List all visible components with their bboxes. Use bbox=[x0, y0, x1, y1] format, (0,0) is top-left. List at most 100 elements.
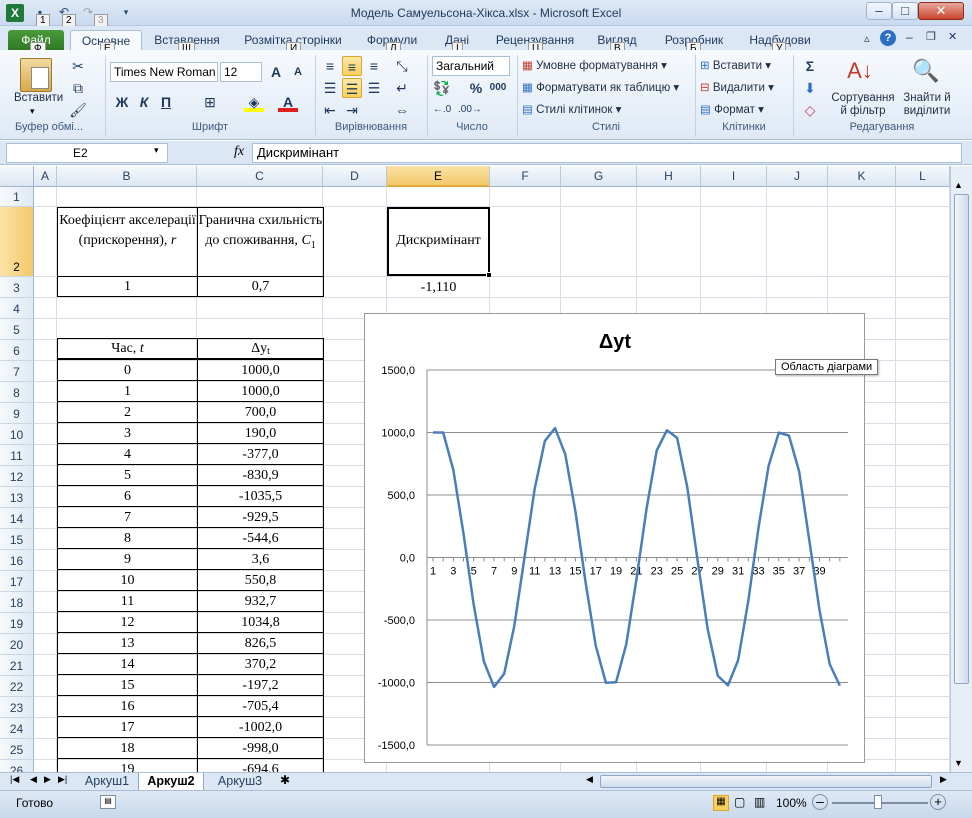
column-header-b[interactable]: B bbox=[57, 166, 197, 187]
font-color-icon[interactable]: A bbox=[278, 92, 298, 112]
table-row-time[interactable]: 1 bbox=[57, 380, 198, 402]
next-sheet-icon[interactable]: ▶ bbox=[44, 774, 51, 785]
align-middle-icon[interactable]: ≡ bbox=[342, 56, 362, 76]
currency-icon[interactable]: 💱 bbox=[432, 78, 452, 98]
table-row-dy[interactable]: -1002,0 bbox=[197, 716, 324, 738]
row-header-26[interactable]: 26 bbox=[0, 760, 34, 772]
fill-icon[interactable]: ⬇ bbox=[800, 78, 820, 98]
minimize-ribbon-icon[interactable]: ▵ bbox=[864, 32, 870, 45]
cell-c3[interactable]: 0,7 bbox=[197, 276, 324, 297]
font-size-combo[interactable]: 12 bbox=[220, 62, 262, 82]
merge-center-icon[interactable]: ⇔ bbox=[392, 100, 412, 120]
hscroll-left-icon[interactable]: ◀ bbox=[586, 774, 593, 785]
table-row-time[interactable]: 6 bbox=[57, 485, 198, 507]
align-left-icon[interactable]: ☰ bbox=[320, 78, 340, 98]
page-break-view-icon[interactable]: ▥ bbox=[754, 795, 765, 809]
sort-filter-button[interactable]: Сортування й фільтр bbox=[830, 92, 896, 118]
row-header-3[interactable]: 3 bbox=[0, 277, 34, 298]
column-header-d[interactable]: D bbox=[323, 166, 387, 187]
table-row-time[interactable]: 5 bbox=[57, 464, 198, 486]
format-painter-icon[interactable]: 🖌 bbox=[68, 100, 88, 120]
italic-button[interactable]: К bbox=[134, 92, 154, 112]
borders-icon[interactable]: ⊞ bbox=[200, 92, 220, 112]
row-header-15[interactable]: 15 bbox=[0, 529, 34, 550]
table-row-time[interactable]: 15 bbox=[57, 674, 198, 696]
normal-view-icon[interactable]: ▦ bbox=[713, 795, 729, 811]
row-header-4[interactable]: 4 bbox=[0, 298, 34, 319]
row-header-10[interactable]: 10 bbox=[0, 424, 34, 445]
align-top-icon[interactable]: ≡ bbox=[320, 56, 340, 76]
table-row-time[interactable]: 18 bbox=[57, 737, 198, 759]
wrap-text-icon[interactable]: ↵ bbox=[392, 78, 412, 98]
sheet-tab-2[interactable]: Аркуш2 bbox=[138, 773, 204, 791]
fx-button[interactable]: fx bbox=[234, 144, 244, 160]
copy-icon[interactable]: ⧉ bbox=[68, 78, 88, 98]
hscroll-right-icon[interactable]: ▶ bbox=[940, 774, 947, 785]
cell-e3[interactable]: -1,110 bbox=[387, 276, 490, 297]
autosum-button[interactable]: Σ bbox=[800, 56, 820, 76]
zoom-slider-thumb[interactable] bbox=[874, 795, 882, 809]
row-header-14[interactable]: 14 bbox=[0, 508, 34, 529]
column-header-k[interactable]: K bbox=[828, 166, 896, 187]
row-header-1[interactable]: 1 bbox=[0, 187, 34, 207]
wb-restore-icon[interactable]: ❐ bbox=[926, 30, 936, 43]
name-box[interactable]: E2 bbox=[6, 143, 168, 163]
conditional-formatting-button[interactable]: ▦ Умовне форматування ▾ bbox=[522, 58, 667, 72]
name-box-dropdown-icon[interactable]: ▾ bbox=[154, 145, 159, 156]
table-row-time[interactable]: 3 bbox=[57, 422, 198, 444]
cell-c2[interactable]: Гранична схильність до споживання, C1 bbox=[197, 207, 324, 277]
vertical-scrollbar[interactable]: ▲ ▼ bbox=[950, 166, 972, 772]
cell-b3[interactable]: 1 bbox=[57, 276, 198, 297]
table-row-time[interactable]: 14 bbox=[57, 653, 198, 675]
zoom-out-icon[interactable]: – bbox=[812, 794, 828, 810]
table-row-dy[interactable]: -998,0 bbox=[197, 737, 324, 759]
table-row-time[interactable]: 12 bbox=[57, 611, 198, 633]
formula-input[interactable]: Дискримінант bbox=[252, 143, 962, 163]
table-row-dy[interactable]: 1000,0 bbox=[197, 380, 324, 402]
horizontal-scrollbar[interactable] bbox=[600, 775, 932, 788]
table-row-dy[interactable]: -694,6 bbox=[197, 758, 324, 772]
grow-font-icon[interactable]: A bbox=[266, 62, 286, 82]
find-select-icon[interactable]: 🔍 bbox=[912, 58, 940, 88]
row-header-20[interactable]: 20 bbox=[0, 634, 34, 655]
column-header-e[interactable]: E bbox=[387, 166, 490, 187]
select-all-button[interactable] bbox=[0, 166, 34, 187]
shrink-font-icon[interactable]: A bbox=[288, 62, 308, 82]
table-row-dy[interactable]: -705,4 bbox=[197, 695, 324, 717]
table-row-time[interactable]: 8 bbox=[57, 527, 198, 549]
table-row-dy[interactable]: 1000,0 bbox=[197, 359, 324, 381]
scroll-down-icon[interactable]: ▼ bbox=[954, 758, 963, 768]
row-header-24[interactable]: 24 bbox=[0, 718, 34, 739]
align-bottom-icon[interactable]: ≡ bbox=[364, 56, 384, 76]
row-header-11[interactable]: 11 bbox=[0, 445, 34, 466]
row-header-23[interactable]: 23 bbox=[0, 697, 34, 718]
paste-button[interactable]: Вставити bbox=[14, 92, 63, 104]
align-center-icon[interactable]: ☰ bbox=[342, 78, 362, 98]
table-row-dy[interactable]: -377,0 bbox=[197, 443, 324, 465]
row-header-21[interactable]: 21 bbox=[0, 655, 34, 676]
decrease-decimal-icon[interactable]: .00→ bbox=[458, 100, 482, 120]
decrease-indent-icon[interactable]: ⇤ bbox=[320, 100, 340, 120]
column-header-l[interactable]: L bbox=[896, 166, 950, 187]
table-row-dy[interactable]: 1034,8 bbox=[197, 611, 324, 633]
minimize-button[interactable]: – bbox=[866, 2, 892, 20]
row-header-5[interactable]: 5 bbox=[0, 319, 34, 340]
cell-e2[interactable]: Дискримінант bbox=[387, 207, 490, 276]
format-cells-button[interactable]: ▤ Формат ▾ bbox=[700, 102, 764, 116]
row-header-25[interactable]: 25 bbox=[0, 739, 34, 760]
first-sheet-icon[interactable]: |◀ bbox=[10, 774, 19, 785]
table-row-dy[interactable]: 370,2 bbox=[197, 653, 324, 675]
underline-button[interactable]: П bbox=[156, 92, 176, 112]
prev-sheet-icon[interactable]: ◀ bbox=[30, 774, 37, 785]
format-as-table-button[interactable]: ▦ Форматувати як таблицю ▾ bbox=[522, 80, 679, 94]
column-header-f[interactable]: F bbox=[490, 166, 561, 187]
paste-dropdown-icon[interactable]: ▾ bbox=[30, 106, 35, 117]
table-row-dy[interactable]: 550,8 bbox=[197, 569, 324, 591]
cell-b6[interactable]: Час, t bbox=[57, 338, 198, 359]
table-row-time[interactable]: 11 bbox=[57, 590, 198, 612]
row-header-22[interactable]: 22 bbox=[0, 676, 34, 697]
bold-button[interactable]: Ж bbox=[112, 92, 132, 112]
column-header-c[interactable]: C bbox=[197, 166, 323, 187]
clear-icon[interactable]: ◇ bbox=[800, 100, 820, 120]
row-header-8[interactable]: 8 bbox=[0, 382, 34, 403]
